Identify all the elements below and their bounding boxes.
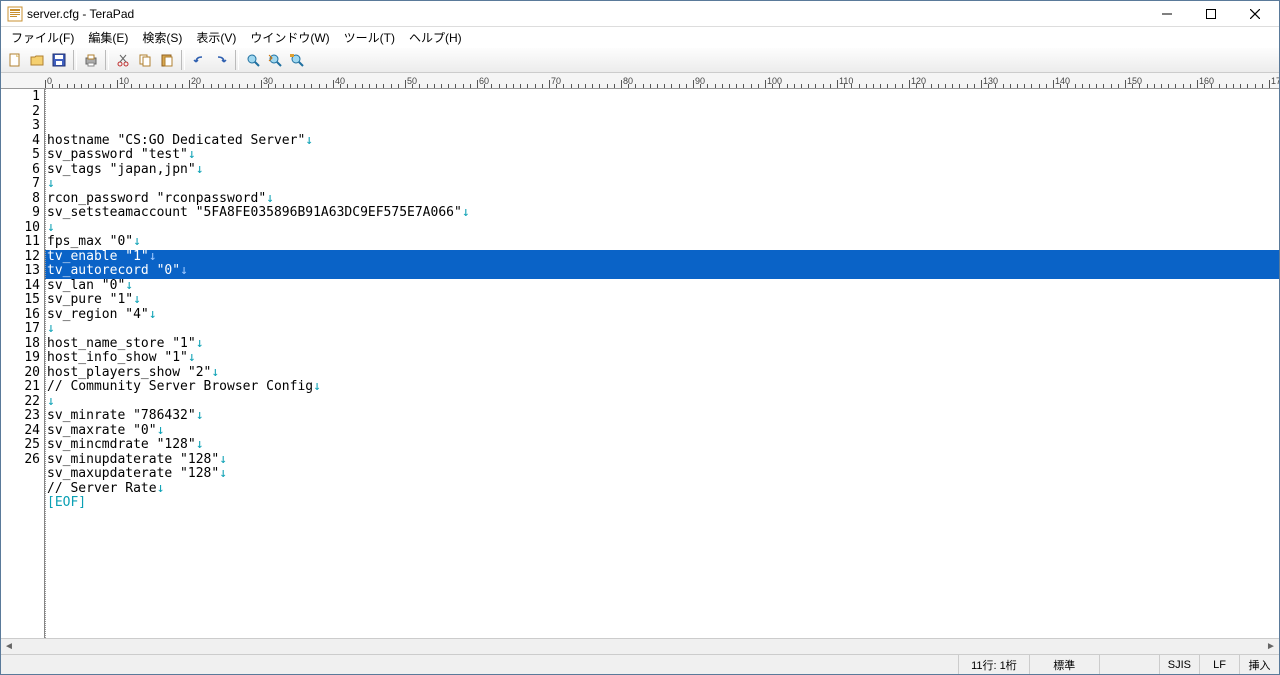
code-line[interactable]: // Server Rate↓ <box>45 482 1279 497</box>
undo-button[interactable] <box>189 50 209 70</box>
code-line[interactable]: sv_lan "0"↓ <box>45 279 1279 294</box>
code-line[interactable]: tv_enable "1"↓ <box>45 250 1279 265</box>
minimize-button[interactable] <box>1145 1 1189 27</box>
toolbar-separator <box>105 50 109 70</box>
toolbar-separator <box>235 50 239 70</box>
scroll-right-arrow[interactable]: ► <box>1263 639 1279 654</box>
statusbar: 11行: 1桁 標準 SJIS LF 挿入 <box>1 654 1279 674</box>
code-line[interactable]: host_name_store "1"↓ <box>45 337 1279 352</box>
code-line[interactable]: rcon_password "rconpassword"↓ <box>45 192 1279 207</box>
scroll-track[interactable] <box>17 639 1263 654</box>
toolbar-separator <box>181 50 185 70</box>
code-line[interactable]: host_players_show "2"↓ <box>45 366 1279 381</box>
close-button[interactable] <box>1233 1 1277 27</box>
save-button[interactable] <box>49 50 69 70</box>
code-line[interactable]: sv_region "4"↓ <box>45 308 1279 323</box>
code-line[interactable]: sv_maxupdaterate "128"↓ <box>45 467 1279 482</box>
menu-file[interactable]: ファイル(F) <box>5 27 80 48</box>
code-line[interactable]: sv_setsteamaccount "5FA8FE035896B91A63DC… <box>45 206 1279 221</box>
status-empty <box>1099 655 1159 674</box>
code-line[interactable]: ↓ <box>45 221 1279 236</box>
cut-button[interactable] <box>113 50 133 70</box>
menu-search[interactable]: 検索(S) <box>136 27 188 48</box>
status-mode: 標準 <box>1029 655 1099 674</box>
window-title: server.cfg - TeraPad <box>27 7 1145 21</box>
maximize-button[interactable] <box>1189 1 1233 27</box>
menu-edit[interactable]: 編集(E) <box>82 27 134 48</box>
menu-view[interactable]: 表示(V) <box>190 27 242 48</box>
find-next-button[interactable] <box>265 50 285 70</box>
app-icon <box>7 6 23 22</box>
code-line[interactable]: host_info_show "1"↓ <box>45 351 1279 366</box>
status-eol: LF <box>1199 655 1239 674</box>
replace-button[interactable] <box>287 50 307 70</box>
code-line[interactable]: sv_password "test"↓ <box>45 148 1279 163</box>
menubar: ファイル(F) 編集(E) 検索(S) 表示(V) ウインドウ(W) ツール(T… <box>1 27 1279 47</box>
find-button[interactable] <box>243 50 263 70</box>
margin-line <box>45 89 46 638</box>
code-line[interactable]: sv_minrate "786432"↓ <box>45 409 1279 424</box>
scroll-left-arrow[interactable]: ◄ <box>1 639 17 654</box>
toolbar <box>1 47 1279 73</box>
code-line[interactable]: ↓ <box>45 395 1279 410</box>
paste-button[interactable] <box>157 50 177 70</box>
code-line[interactable]: sv_mincmdrate "128"↓ <box>45 438 1279 453</box>
status-encoding: SJIS <box>1159 655 1199 674</box>
open-file-button[interactable] <box>27 50 47 70</box>
code-line[interactable]: sv_minupdaterate "128"↓ <box>45 453 1279 468</box>
line-number-gutter: 1234567891011121314151617181920212223242… <box>1 89 45 638</box>
menu-window[interactable]: ウインドウ(W) <box>244 27 335 48</box>
toolbar-separator <box>73 50 77 70</box>
code-line[interactable]: sv_tags "japan,jpn"↓ <box>45 163 1279 178</box>
new-file-button[interactable] <box>5 50 25 70</box>
code-line[interactable]: tv_autorecord "0"↓ <box>45 264 1279 279</box>
menu-help[interactable]: ヘルプ(H) <box>403 27 468 48</box>
code-line[interactable]: sv_maxrate "0"↓ <box>45 424 1279 439</box>
status-insert-mode: 挿入 <box>1239 655 1279 674</box>
titlebar: server.cfg - TeraPad <box>1 1 1279 27</box>
eof-line: [EOF] <box>45 496 1279 511</box>
redo-button[interactable] <box>211 50 231 70</box>
code-content[interactable]: hostname "CS:GO Dedicated Server"↓sv_pas… <box>45 89 1279 638</box>
ruler: 0102030405060708090100110120130140150160… <box>1 73 1279 89</box>
menu-tools[interactable]: ツール(T) <box>338 27 401 48</box>
print-button[interactable] <box>81 50 101 70</box>
status-cursor-pos: 11行: 1桁 <box>958 655 1029 674</box>
code-line[interactable]: fps_max "0"↓ <box>45 235 1279 250</box>
code-line[interactable]: ↓ <box>45 322 1279 337</box>
horizontal-scrollbar[interactable]: ◄ ► <box>1 638 1279 654</box>
code-line[interactable]: hostname "CS:GO Dedicated Server"↓ <box>45 134 1279 149</box>
code-line[interactable]: ↓ <box>45 177 1279 192</box>
editor-area[interactable]: 1234567891011121314151617181920212223242… <box>1 89 1279 638</box>
code-line[interactable]: sv_pure "1"↓ <box>45 293 1279 308</box>
copy-button[interactable] <box>135 50 155 70</box>
code-line[interactable]: // Community Server Browser Config↓ <box>45 380 1279 395</box>
